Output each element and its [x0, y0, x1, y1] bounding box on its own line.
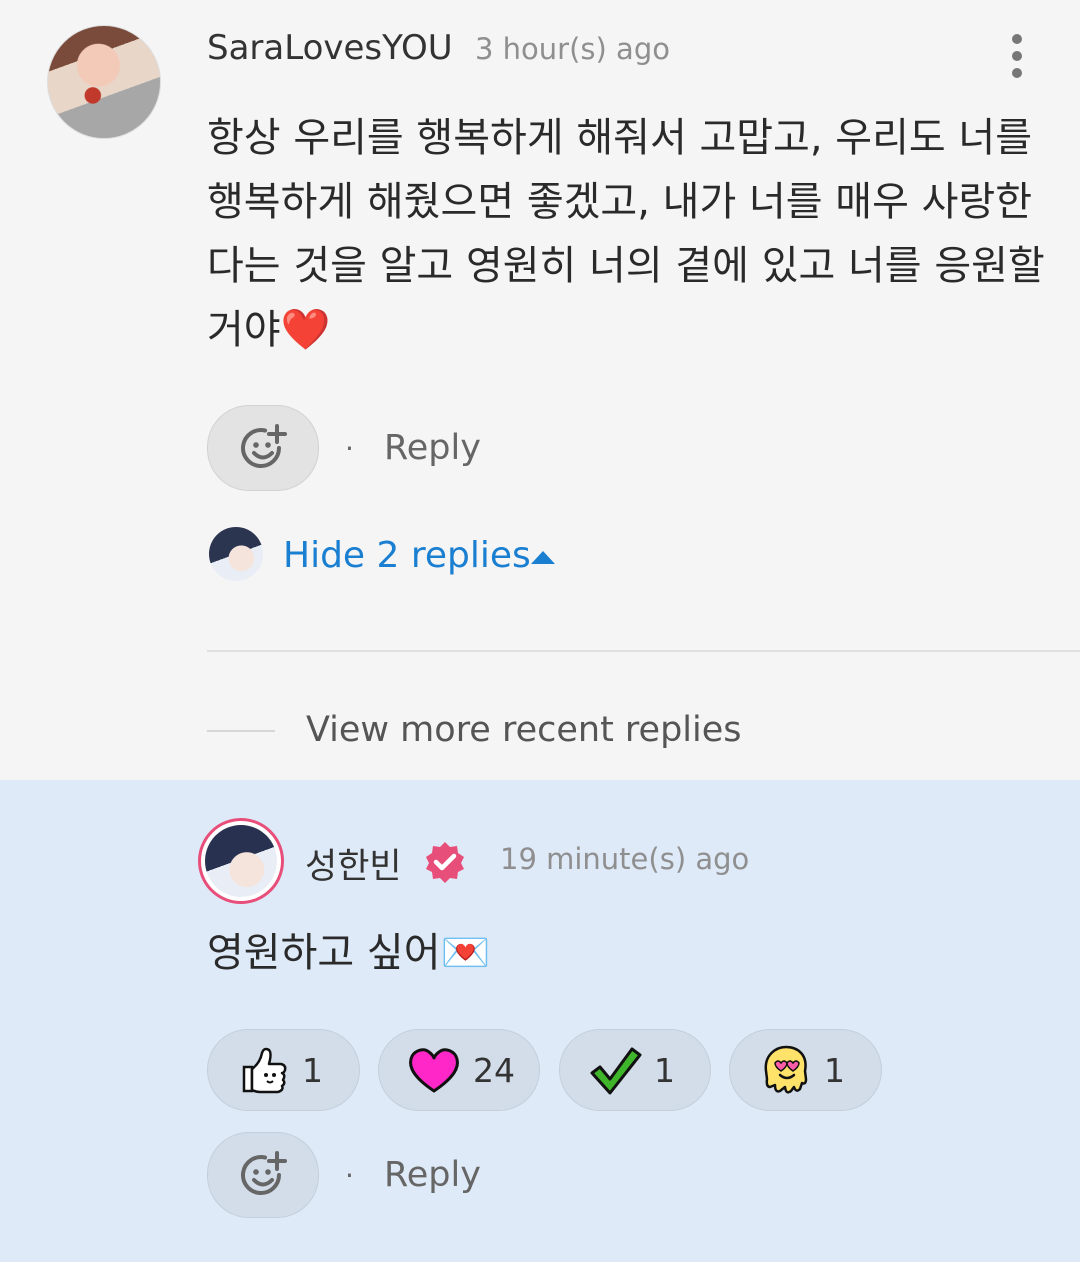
comment: SaraLovesYOU 3 hour(s) ago 항상 우리를 행복하게 해…: [0, 0, 1080, 780]
heart-icon: [409, 1048, 459, 1093]
reaction-count: 24: [473, 1050, 515, 1090]
comment-timestamp: 3 hour(s) ago: [475, 32, 670, 66]
reaction-heart[interactable]: 24: [378, 1029, 540, 1111]
reply-button[interactable]: Reply: [384, 1155, 481, 1195]
reaction-checkmark[interactable]: 1: [559, 1029, 711, 1111]
view-more-line: [207, 730, 275, 732]
divider: [207, 650, 1080, 652]
hide-replies-link[interactable]: Hide 2 replies: [283, 535, 531, 576]
comment-text: 항상 우리를 행복하게 해줘서 고맙고, 우리도 너를 행복하게 해줬으면 좋겠…: [207, 115, 1045, 353]
reaction-count: 1: [302, 1050, 323, 1090]
add-reaction-icon: [241, 424, 287, 469]
heart-eyes-icon: [764, 1045, 808, 1094]
replier-avatar: [209, 527, 263, 581]
view-more-replies-link[interactable]: View more recent replies: [306, 710, 742, 750]
more-options-icon[interactable]: [1002, 30, 1032, 86]
reaction-thumbs-up[interactable]: 1: [207, 1029, 360, 1111]
reaction-count: 1: [824, 1050, 845, 1090]
thumbs-up-icon: [242, 1047, 287, 1094]
reply-text: 영원하고 싶어💌: [207, 930, 491, 976]
caret-up-icon[interactable]: [531, 551, 555, 564]
verified-badge-icon: [426, 842, 464, 883]
avatar[interactable]: [47, 25, 161, 139]
add-reaction-button[interactable]: [207, 1132, 319, 1218]
reply-avatar[interactable]: [205, 825, 277, 897]
separator-dot: ·: [345, 432, 354, 465]
add-reaction-button[interactable]: [207, 405, 319, 491]
separator-dot: ·: [345, 1159, 354, 1192]
comment-username[interactable]: SaraLovesYOU: [207, 28, 453, 68]
reaction-count: 1: [654, 1050, 675, 1090]
reply-username[interactable]: 성한빈: [305, 838, 402, 889]
reaction-heart-eyes[interactable]: 1: [729, 1029, 882, 1111]
reply-timestamp: 19 minute(s) ago: [500, 842, 750, 876]
reply-button[interactable]: Reply: [384, 428, 481, 468]
checkmark-icon: [590, 1047, 642, 1095]
add-reaction-icon: [241, 1151, 287, 1196]
